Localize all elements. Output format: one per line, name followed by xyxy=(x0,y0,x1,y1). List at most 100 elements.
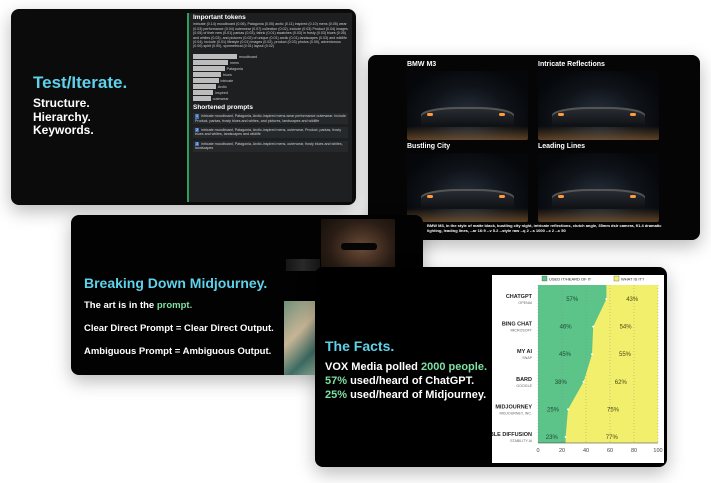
line-text: used/heard of Midjourney. xyxy=(347,389,487,401)
data-label-used: 23% xyxy=(546,435,559,441)
car-image xyxy=(538,153,659,222)
tokens-panel: Important tokens intricate (0.14) moodbo… xyxy=(187,13,352,202)
legend-label-used: USED IT/HEARD OF IT xyxy=(549,277,592,282)
slide3-line2: Clear Direct Prompt = Clear Direct Outpu… xyxy=(84,323,274,334)
line-highlight: 57% xyxy=(325,375,348,387)
car-image xyxy=(538,71,659,140)
slide3-line1: The art is in the prompt. xyxy=(84,300,192,311)
token-bar-label: Patagonia xyxy=(226,66,243,71)
x-tick-label: 40 xyxy=(583,448,589,454)
legend-label-what: WHAT IS IT? xyxy=(621,277,645,282)
slide1-title: Test/Iterate. xyxy=(33,73,128,92)
category-sublabel: MICROSOFT xyxy=(510,329,532,333)
data-label-what: 54% xyxy=(620,325,633,331)
category-label: STABLE DIFFUSION xyxy=(492,432,532,438)
tokens-heading: Important tokens xyxy=(193,14,246,21)
token-bar-label: outerwear xyxy=(212,96,229,101)
line-text: VOX Media polled xyxy=(325,361,421,373)
line-text: The art is in the xyxy=(84,300,157,311)
token-bar-label: moodboard xyxy=(239,54,258,59)
token-bar-fill xyxy=(193,66,225,72)
sunglasses-image xyxy=(286,259,320,271)
category-sublabel: OPENAI xyxy=(518,301,532,305)
prompt-text: intricate moodboard, Patagonia, Arctic-i… xyxy=(195,114,346,123)
prompt-item: 3 intricate moodboard, Patagonia, Arctic-… xyxy=(193,140,348,152)
image-label: Bustling City xyxy=(407,143,451,150)
slide-bmw-gallery: BMW M3 Intricate Reflections Bustling Ci… xyxy=(368,55,700,240)
token-bar-fill xyxy=(193,84,216,90)
image-label: Intricate Reflections xyxy=(538,61,605,68)
boundary-point xyxy=(567,408,569,411)
prompt-text: intricate moodboard, Patagonia, Arctic-i… xyxy=(195,128,342,137)
line-highlight: 2000 people. xyxy=(420,361,488,373)
token-bar-label: blues xyxy=(223,72,232,77)
slide-test-iterate: Test/Iterate. Structure. Hierarchy. Keyw… xyxy=(11,9,356,205)
token-bar-fill xyxy=(193,72,222,78)
car-image xyxy=(407,71,528,140)
token-bar-fill xyxy=(193,78,219,84)
data-label-used: 46% xyxy=(560,325,573,331)
token-bar-label: Arctic xyxy=(217,84,227,89)
slide-the-facts: The Facts. VOX Media polled 2000 people.… xyxy=(315,267,667,467)
prompt-item: 2 intricate moodboard, Patagonia, Arctic-… xyxy=(193,127,348,138)
data-label-used: 25% xyxy=(547,407,560,413)
category-sublabel: MIDJOURNEY, INC. xyxy=(500,411,532,415)
slide4-line2: 57% used/heard of ChatGPT. xyxy=(325,375,474,387)
data-label-used: 45% xyxy=(559,352,572,358)
category-sublabel: SNAP xyxy=(522,356,532,360)
x-tick-label: 100 xyxy=(653,448,662,454)
category-label: CHATGPT xyxy=(506,294,533,300)
chart-svg: 0 20 40 60 80 100 USED IT/HEARD OF IT WHAT IS I… xyxy=(479,275,663,454)
x-tick-label: 80 xyxy=(631,448,637,454)
legend-swatch-what xyxy=(613,275,620,282)
category-sublabel: GOOGLE xyxy=(516,384,532,388)
prompt-text: intricate moodboard, Patagonia, Arctic-i… xyxy=(195,141,343,151)
token-bar-chart: moodboard mens Patagonia blues intricate Arct… xyxy=(193,54,348,102)
boundary-point xyxy=(592,325,595,328)
slide3-line3: Ambiguous Prompt = Ambiguous Output. xyxy=(84,346,272,357)
data-label-what: 75% xyxy=(607,407,620,413)
prompt-caption: BMW M3, in the style of matte black, bus… xyxy=(427,223,662,233)
token-bar: outerwear xyxy=(193,96,348,102)
boundary-point xyxy=(605,298,608,300)
prompt-item: 1 intricate moodboard, Patagonia, Arctic-… xyxy=(193,113,348,125)
car-image xyxy=(407,153,528,222)
boundary-point xyxy=(591,353,593,356)
line-text: used/heard of ChatGPT. xyxy=(347,375,475,387)
legend-swatch-used xyxy=(541,275,548,282)
category-sublabel: STABILITY AI xyxy=(510,439,532,443)
data-label-used: 57% xyxy=(566,297,579,303)
category-label: MIDJOURNEY xyxy=(495,404,532,410)
image-label: Leading Lines xyxy=(538,143,586,150)
token-bar-fill xyxy=(193,90,214,96)
boundary-point xyxy=(564,436,567,438)
token-bar-fill xyxy=(193,60,229,66)
x-tick-label: 0 xyxy=(536,448,539,454)
token-bar-label: mens xyxy=(230,60,239,65)
token-bar-label: inspired xyxy=(215,90,228,95)
x-tick-label: 60 xyxy=(607,448,613,454)
data-label-what: 43% xyxy=(626,297,639,303)
data-label-what: 77% xyxy=(606,435,619,441)
data-label-what: 62% xyxy=(615,380,628,386)
slide4-line3: 25% used/heard of Midjourney. xyxy=(325,389,486,401)
category-label: BARD xyxy=(516,377,532,383)
token-bar-label: intricate xyxy=(220,78,234,83)
data-label-used: 38% xyxy=(555,380,568,386)
slide3-title: Breaking Down Midjourney. xyxy=(84,275,268,291)
subtitle-line: Keywords. xyxy=(33,123,94,137)
image-label: BMW M3 xyxy=(407,61,437,68)
category-label: MY AI xyxy=(517,349,532,355)
shortened-heading: Shortened prompts xyxy=(193,103,253,111)
ai-awareness-chart: 0 20 40 60 80 100 USED IT/HEARD OF IT WHAT IS I… xyxy=(479,275,664,463)
subtitle-line: Hierarchy. xyxy=(33,109,91,124)
data-label-what: 55% xyxy=(619,352,632,358)
slide4-title: The Facts. xyxy=(325,338,395,354)
token-bar-fill xyxy=(193,96,211,102)
token-bar-fill xyxy=(193,54,237,60)
x-tick-label: 20 xyxy=(559,448,565,454)
subtitle-line: Structure. xyxy=(33,96,90,110)
category-label: BING CHAT xyxy=(502,322,533,328)
boundary-point xyxy=(582,380,585,383)
slide1-subtitle: Structure. Hierarchy. Keywords. xyxy=(33,96,94,138)
